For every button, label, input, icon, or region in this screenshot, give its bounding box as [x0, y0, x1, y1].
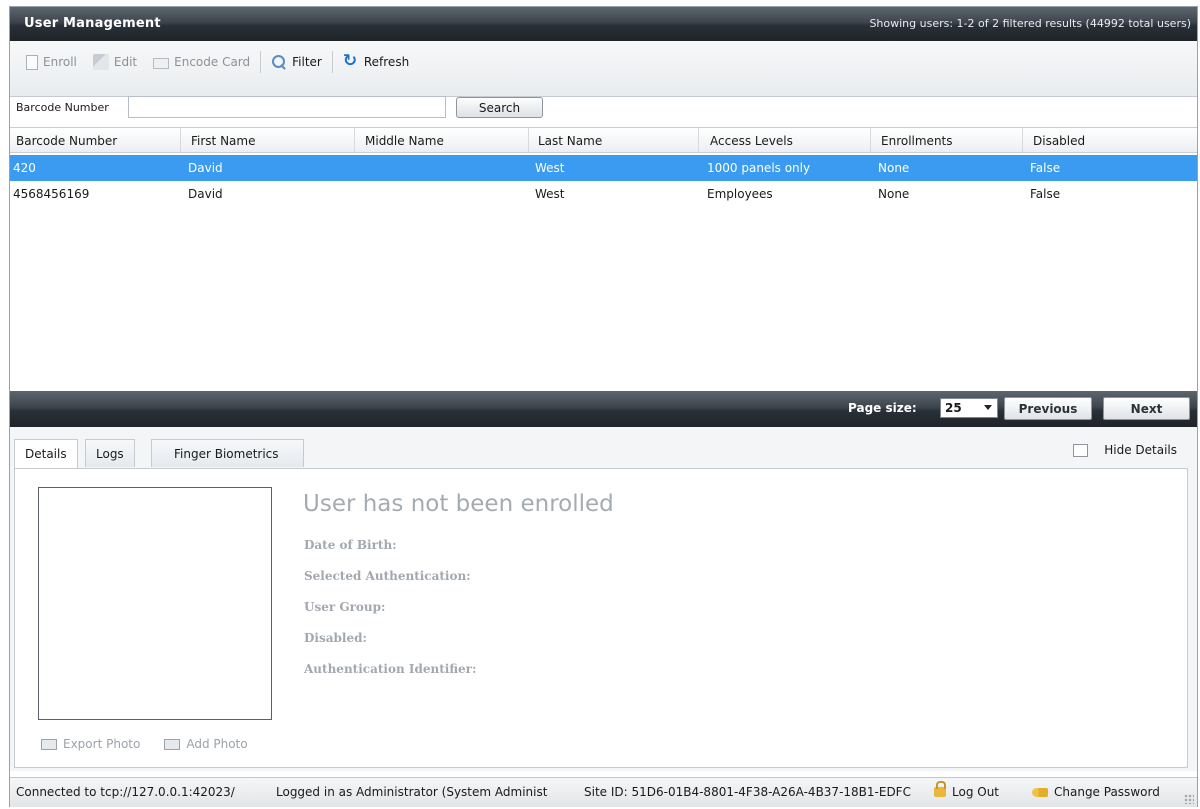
details-panel: Details Logs Finger Biometrics Hide Deta…	[10, 427, 1197, 771]
column-header-last-name[interactable]: Last Name	[538, 134, 602, 148]
column-header-enrollments[interactable]: Enrollments	[881, 134, 953, 148]
cell-enrollments: None	[878, 161, 910, 175]
connection-status: Connected to tcp://127.0.0.1:42023/	[16, 785, 235, 799]
column-divider[interactable]	[698, 128, 699, 152]
tab-finger-biometrics-label: Finger Biometrics	[174, 447, 279, 461]
export-photo-label: Export Photo	[63, 737, 141, 751]
enroll-button[interactable]: Enroll	[18, 50, 85, 74]
page-size-select[interactable]: 25	[940, 398, 998, 418]
next-page-button[interactable]: Next	[1103, 397, 1190, 420]
page-size-value: 25	[945, 401, 962, 415]
filter-button[interactable]: Filter	[263, 50, 330, 74]
field-date-of-birth: Date of Birth:	[304, 538, 397, 552]
user-photo	[38, 487, 272, 720]
cell-last-name: West	[535, 161, 565, 175]
log-out-label: Log Out	[952, 785, 1000, 799]
pager-bar: Page size: 25 Previous Next	[10, 391, 1197, 427]
title-bar: User Management Showing users: 1-2 of 2 …	[10, 7, 1197, 41]
site-id: Site ID: 51D6-01B4-8801-4F38-A26A-4B37-1…	[584, 785, 911, 799]
page-size-label: Page size:	[848, 401, 917, 415]
details-body: Export Photo Add Photo User has not been…	[14, 468, 1188, 768]
enrollment-status-heading: User has not been enrolled	[303, 491, 614, 517]
hide-details-label: Hide Details	[1104, 443, 1177, 457]
toolbar-separator	[331, 51, 333, 73]
field-disabled: Disabled:	[304, 631, 367, 645]
table-header: Barcode Number First Name Middle Name La…	[10, 127, 1197, 153]
tab-details[interactable]: Details	[14, 439, 78, 468]
enroll-label: Enroll	[43, 55, 77, 69]
cell-enrollments: None	[878, 187, 910, 201]
lock-icon	[934, 781, 946, 797]
chevron-down-icon	[984, 405, 992, 410]
change-password-label: Change Password	[1054, 785, 1160, 799]
cell-disabled: False	[1030, 161, 1061, 175]
window-title: User Management	[24, 16, 161, 31]
status-bar: Connected to tcp://127.0.0.1:42023/ Logg…	[10, 777, 1197, 807]
cell-last-name: West	[535, 187, 565, 201]
column-divider[interactable]	[354, 128, 355, 152]
toolbar: Enroll Edit Encode Card Filter Refresh	[10, 41, 1197, 97]
log-out-button[interactable]: Log Out	[934, 781, 1000, 799]
edit-button[interactable]: Edit	[85, 50, 145, 74]
column-divider[interactable]	[1022, 128, 1023, 152]
book-icon	[1073, 443, 1089, 457]
column-header-middle-name[interactable]: Middle Name	[365, 134, 444, 148]
column-divider[interactable]	[528, 128, 529, 152]
tab-logs[interactable]: Logs	[85, 439, 135, 467]
table-row[interactable]: 420 David West 1000 panels only None Fal…	[10, 155, 1197, 181]
cell-barcode: 420	[13, 161, 36, 175]
add-photo-icon	[164, 738, 181, 750]
toolbar-separator	[260, 51, 262, 73]
search-button[interactable]: Search	[456, 97, 543, 118]
card-icon	[153, 57, 170, 69]
column-divider[interactable]	[870, 128, 871, 152]
hide-details-button[interactable]: Hide Details	[1073, 443, 1177, 457]
edit-label: Edit	[113, 55, 138, 69]
magnifier-icon	[271, 54, 287, 70]
previous-page-button[interactable]: Previous	[1004, 397, 1092, 420]
column-header-access-levels[interactable]: Access Levels	[710, 134, 793, 148]
column-header-disabled[interactable]: Disabled	[1033, 134, 1085, 148]
field-authentication-identifier: Authentication Identifier:	[304, 662, 477, 676]
barcode-search-label: Barcode Number	[16, 101, 109, 114]
resize-grip[interactable]	[1184, 794, 1194, 804]
table-row[interactable]: 4568456169 David West Employees None Fal…	[10, 181, 1197, 207]
column-header-barcode[interactable]: Barcode Number	[16, 134, 117, 148]
encode-card-button[interactable]: Encode Card	[145, 50, 258, 74]
encode-card-label: Encode Card	[174, 55, 251, 69]
document-icon	[26, 54, 38, 70]
cell-disabled: False	[1030, 187, 1061, 201]
details-tabs: Details Logs Finger Biometrics Hide Deta…	[10, 427, 1197, 471]
edit-icon	[92, 54, 109, 70]
change-password-button[interactable]: Change Password	[1032, 785, 1160, 799]
export-photo-icon	[41, 738, 57, 750]
search-row: Barcode Number Search	[10, 95, 1197, 121]
add-photo-button[interactable]: Add Photo	[164, 737, 248, 751]
cell-access-levels: 1000 panels only	[707, 161, 811, 175]
logged-in-status: Logged in as Administrator (System Admin…	[276, 785, 548, 799]
cell-first-name: David	[188, 187, 223, 201]
field-selected-authentication: Selected Authentication:	[304, 569, 471, 583]
column-divider[interactable]	[180, 128, 181, 152]
refresh-label: Refresh	[363, 55, 410, 69]
key-icon	[1032, 788, 1048, 797]
add-photo-label: Add Photo	[186, 737, 248, 751]
export-photo-button[interactable]: Export Photo	[41, 737, 140, 751]
filter-label: Filter	[292, 55, 322, 69]
refresh-button[interactable]: Refresh	[335, 50, 417, 74]
results-status: Showing users: 1-2 of 2 filtered results…	[869, 17, 1191, 30]
tab-logs-label: Logs	[96, 447, 124, 461]
cell-access-levels: Employees	[707, 187, 773, 201]
tab-finger-biometrics[interactable]: Finger Biometrics	[151, 439, 304, 467]
users-table: Barcode Number First Name Middle Name La…	[10, 127, 1197, 391]
barcode-search-input[interactable]	[128, 96, 446, 118]
refresh-icon	[343, 51, 359, 71]
cell-first-name: David	[188, 161, 223, 175]
tab-details-label: Details	[25, 447, 67, 461]
column-header-first-name[interactable]: First Name	[191, 134, 255, 148]
user-management-window: User Management Showing users: 1-2 of 2 …	[9, 6, 1198, 807]
photo-actions: Export Photo Add Photo	[41, 737, 248, 751]
cell-barcode: 4568456169	[13, 187, 90, 201]
field-user-group: User Group:	[304, 600, 386, 614]
